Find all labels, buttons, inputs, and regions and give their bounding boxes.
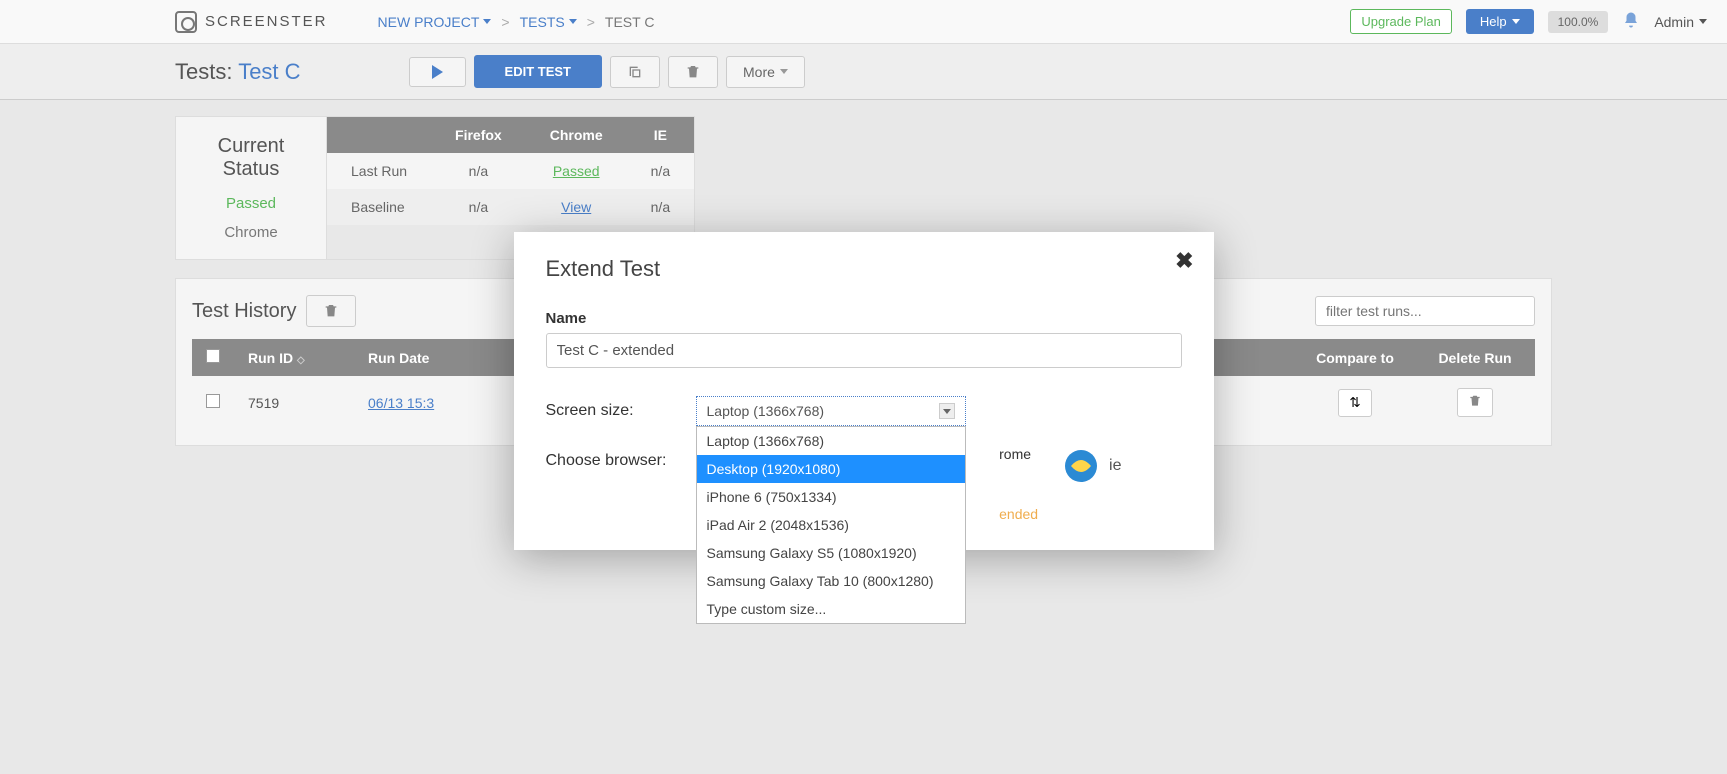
dropdown-option[interactable]: Laptop (1366x768) xyxy=(697,427,965,455)
name-label: Name xyxy=(546,310,1182,327)
extend-test-modal: ✖ Extend Test Name Screen size: Laptop (… xyxy=(514,232,1214,550)
chevron-down-icon[interactable] xyxy=(939,403,955,419)
name-input[interactable] xyxy=(546,333,1182,368)
browser-options: rome ie ended xyxy=(999,446,1121,522)
select-value: Laptop (1366x768) xyxy=(707,403,825,419)
screen-size-label: Screen size: xyxy=(546,396,676,420)
dropdown-option[interactable]: Samsung Galaxy S5 (1080x1920) xyxy=(697,539,965,567)
dropdown-option[interactable]: Type custom size... xyxy=(697,595,965,623)
dropdown-list: Laptop (1366x768)Desktop (1920x1080)iPho… xyxy=(696,426,966,624)
screen-size-select[interactable]: Laptop (1366x768) Laptop (1366x768)Deskt… xyxy=(696,396,966,426)
dropdown-option[interactable]: Samsung Galaxy Tab 10 (800x1280) xyxy=(697,567,965,595)
browser-ie[interactable]: ie xyxy=(1061,446,1121,486)
extended-hint: ended xyxy=(999,506,1121,522)
ie-icon xyxy=(1061,446,1101,486)
screen-size-row: Screen size: Laptop (1366x768) Laptop (1… xyxy=(546,396,1182,426)
dropdown-option[interactable]: iPhone 6 (750x1334) xyxy=(697,483,965,511)
modal-overlay: ✖ Extend Test Name Screen size: Laptop (… xyxy=(0,0,1727,774)
dropdown-option[interactable]: iPad Air 2 (2048x1536) xyxy=(697,511,965,539)
browser-chrome-partial[interactable]: rome xyxy=(999,446,1031,462)
select-box[interactable]: Laptop (1366x768) xyxy=(696,396,966,426)
modal-title: Extend Test xyxy=(546,256,1182,282)
close-icon[interactable]: ✖ xyxy=(1175,248,1193,274)
dropdown-option[interactable]: Desktop (1920x1080) xyxy=(697,455,965,483)
browser-label: Choose browser: xyxy=(546,446,676,470)
